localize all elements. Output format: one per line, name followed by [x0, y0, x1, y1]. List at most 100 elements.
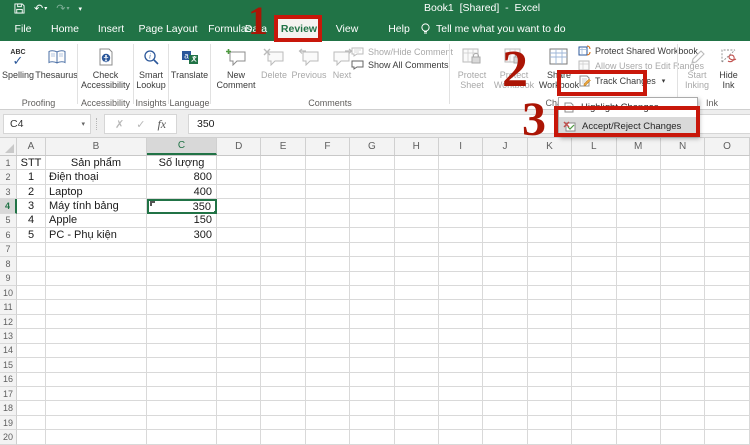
cell-O5[interactable]	[705, 213, 750, 229]
cell-M4[interactable]	[616, 199, 661, 214]
cell-J9[interactable]	[483, 271, 528, 286]
cell-B20[interactable]	[46, 430, 147, 445]
cell-G12[interactable]	[350, 314, 395, 330]
tab-page-layout[interactable]: Page Layout	[136, 17, 200, 41]
cell-A17[interactable]	[17, 387, 46, 402]
cell-A18[interactable]	[17, 401, 46, 416]
cell-B18[interactable]	[46, 401, 147, 416]
cell-G2[interactable]	[350, 170, 395, 185]
cell-K1[interactable]	[527, 156, 573, 171]
cell-E14[interactable]	[261, 343, 306, 359]
cell-O18[interactable]	[705, 401, 750, 416]
cell-M18[interactable]	[616, 401, 661, 416]
cell-C8[interactable]	[147, 257, 217, 272]
cell-F16[interactable]	[305, 372, 351, 387]
row-header-1[interactable]: 1	[0, 156, 17, 171]
cell-L7[interactable]	[572, 242, 617, 258]
cell-M11[interactable]	[616, 300, 661, 315]
row-header-13[interactable]: 13	[0, 329, 17, 344]
row-header-17[interactable]: 17	[0, 387, 17, 402]
cell-I19[interactable]	[438, 415, 484, 431]
cell-B10[interactable]	[46, 285, 147, 301]
cell-A9[interactable]	[17, 271, 46, 286]
column-header-H[interactable]: H	[395, 138, 439, 155]
undo-icon[interactable]: ↶ ▾	[34, 2, 47, 15]
column-header-G[interactable]: G	[350, 138, 395, 155]
menu-item-accept-reject-changes[interactable]: Accept/Reject Changes	[559, 117, 697, 136]
cell-D5[interactable]	[217, 213, 262, 229]
cell-O17[interactable]	[705, 387, 750, 402]
smart-lookup-button[interactable]: i Smart Lookup	[134, 43, 168, 91]
cell-O11[interactable]	[705, 300, 750, 315]
translate-button[interactable]: a Translate	[170, 43, 210, 80]
cell-O6[interactable]	[705, 228, 750, 243]
cell-H18[interactable]	[394, 401, 439, 416]
cell-G7[interactable]	[350, 242, 395, 258]
save-icon[interactable]	[14, 3, 25, 14]
name-box-caret-icon[interactable]: ▾	[81, 120, 85, 128]
cell-I7[interactable]	[438, 242, 484, 258]
cell-D3[interactable]	[217, 184, 262, 200]
share-workbook-button[interactable]: Share Workbook	[536, 43, 582, 91]
cell-O2[interactable]	[705, 170, 750, 185]
cell-C3[interactable]: 400	[147, 184, 217, 200]
cell-L14[interactable]	[572, 343, 617, 359]
row-header-9[interactable]: 9	[0, 271, 17, 286]
row-header-5[interactable]: 5	[0, 213, 17, 229]
cell-B17[interactable]	[46, 387, 147, 402]
cell-K18[interactable]	[527, 401, 573, 416]
row-header-10[interactable]: 10	[0, 285, 17, 301]
cell-I8[interactable]	[438, 257, 484, 272]
tab-data[interactable]: Data	[236, 17, 276, 41]
cell-E8[interactable]	[261, 257, 306, 272]
cell-D20[interactable]	[217, 430, 262, 445]
cell-I13[interactable]	[438, 329, 484, 344]
cell-F18[interactable]	[305, 401, 351, 416]
cell-B19[interactable]	[46, 415, 147, 431]
cell-H15[interactable]	[394, 358, 439, 373]
cell-C20[interactable]	[147, 430, 217, 445]
cell-G14[interactable]	[350, 343, 395, 359]
cell-F10[interactable]	[305, 285, 351, 301]
cell-J2[interactable]	[483, 170, 528, 185]
cell-O19[interactable]	[705, 415, 750, 431]
cell-A1[interactable]: STT	[17, 156, 46, 171]
cell-I16[interactable]	[438, 372, 484, 387]
cell-H17[interactable]	[394, 387, 439, 402]
cell-H19[interactable]	[394, 415, 439, 431]
cell-C2[interactable]: 800	[147, 170, 217, 185]
cell-A19[interactable]	[17, 415, 46, 431]
cell-K9[interactable]	[527, 271, 573, 286]
tab-home[interactable]: Home	[44, 17, 86, 41]
cell-B9[interactable]	[46, 271, 147, 286]
cell-K4[interactable]	[527, 199, 573, 214]
cell-D14[interactable]	[217, 343, 262, 359]
cell-E13[interactable]	[261, 329, 306, 344]
row-header-8[interactable]: 8	[0, 257, 17, 272]
insert-function-icon[interactable]: fx	[157, 117, 166, 132]
cell-M16[interactable]	[616, 372, 661, 387]
cell-N16[interactable]	[660, 372, 706, 387]
cell-H20[interactable]	[394, 430, 439, 445]
cell-N10[interactable]	[660, 285, 706, 301]
cell-A7[interactable]	[17, 242, 46, 258]
cell-F13[interactable]	[305, 329, 351, 344]
cell-C15[interactable]	[147, 358, 217, 373]
cell-C6[interactable]: 300	[147, 228, 217, 243]
cell-B16[interactable]	[46, 372, 147, 387]
cell-E9[interactable]	[261, 271, 306, 286]
cell-L15[interactable]	[572, 358, 617, 373]
cell-G16[interactable]	[350, 372, 395, 387]
cell-D2[interactable]	[217, 170, 262, 185]
cell-K20[interactable]	[527, 430, 573, 445]
cell-F7[interactable]	[305, 242, 351, 258]
cell-I5[interactable]	[438, 213, 484, 229]
cell-I18[interactable]	[438, 401, 484, 416]
tab-help[interactable]: Help	[378, 17, 420, 41]
cell-D13[interactable]	[217, 329, 262, 344]
cell-I20[interactable]	[438, 430, 484, 445]
cell-F6[interactable]	[305, 228, 351, 243]
cell-I11[interactable]	[438, 300, 484, 315]
cell-K2[interactable]	[527, 170, 573, 185]
cell-N8[interactable]	[660, 257, 706, 272]
